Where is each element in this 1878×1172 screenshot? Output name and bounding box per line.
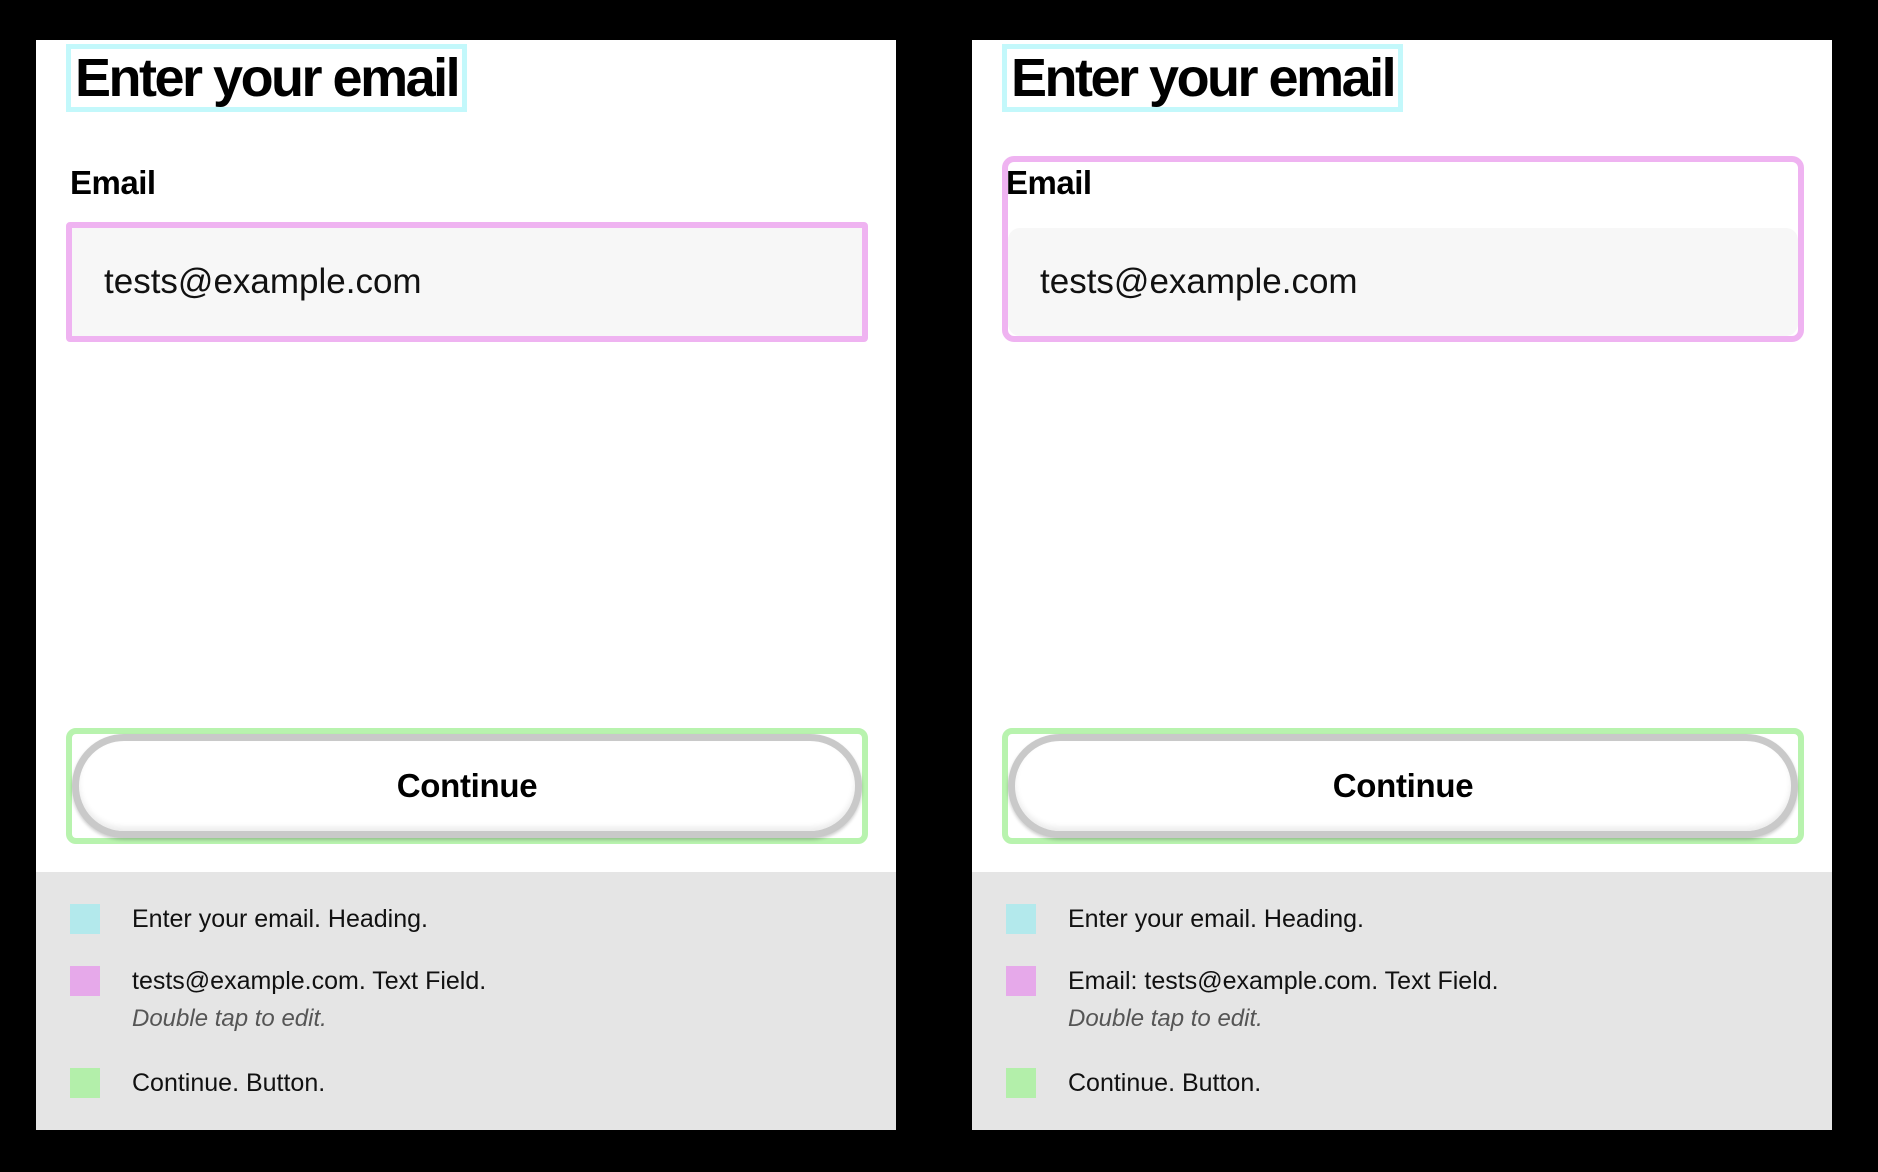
text-field-swatch bbox=[1006, 966, 1036, 996]
email-field[interactable]: tests@example.com bbox=[72, 228, 862, 336]
screen-panel-after: Enter your email Email tests@example.com… bbox=[972, 40, 1832, 1130]
legend-item-button: Continue. Button. bbox=[70, 1066, 325, 1100]
legend-hint: Double tap to edit. bbox=[132, 1005, 327, 1032]
heading-highlight: Enter your email bbox=[1002, 44, 1404, 112]
email-field-value: tests@example.com bbox=[1040, 262, 1358, 301]
legend-text: Continue. Button. bbox=[132, 1069, 326, 1097]
page-title: Enter your email bbox=[1011, 48, 1397, 108]
email-label: Email bbox=[1006, 164, 1092, 201]
legend-text: Enter your email. Heading. bbox=[132, 905, 428, 933]
continue-button[interactable]: Continue bbox=[72, 734, 862, 838]
legend-text: Email: tests@example.com. Text Field. bbox=[1068, 967, 1499, 995]
page-title: Enter your email bbox=[75, 48, 461, 108]
button-swatch bbox=[70, 1068, 100, 1098]
legend-text: tests@example.com. Text Field. bbox=[132, 967, 487, 995]
email-label: Email bbox=[70, 164, 156, 201]
screen-panel-before: Enter your email Email tests@example.com… bbox=[36, 40, 896, 1130]
email-field[interactable]: tests@example.com bbox=[1008, 228, 1798, 336]
legend-hint: Double tap to edit. bbox=[1068, 1005, 1263, 1032]
legend-item-text-field: Email: tests@example.com. Text Field. Do… bbox=[1006, 964, 1499, 1036]
legend-item-heading: Enter your email. Heading. bbox=[1006, 902, 1364, 936]
legend-text: Continue. Button. bbox=[1068, 1069, 1262, 1097]
continue-button[interactable]: Continue bbox=[1008, 734, 1798, 838]
legend-text: Enter your email. Heading. bbox=[1068, 905, 1364, 933]
heading-swatch bbox=[70, 904, 100, 934]
heading-highlight: Enter your email bbox=[66, 44, 468, 112]
accessibility-legend: Enter your email. Heading. Email: tests@… bbox=[972, 872, 1832, 1130]
continue-button-label: Continue bbox=[396, 767, 538, 804]
legend-item-heading: Enter your email. Heading. bbox=[70, 902, 428, 936]
continue-button-label: Continue bbox=[1332, 767, 1474, 804]
button-swatch bbox=[1006, 1068, 1036, 1098]
legend-item-button: Continue. Button. bbox=[1006, 1066, 1261, 1100]
email-field-value: tests@example.com bbox=[104, 262, 422, 301]
heading-swatch bbox=[1006, 904, 1036, 934]
accessibility-legend: Enter your email. Heading. tests@example… bbox=[36, 872, 896, 1130]
legend-item-text-field: tests@example.com. Text Field. Double ta… bbox=[70, 964, 486, 1036]
text-field-swatch bbox=[70, 966, 100, 996]
